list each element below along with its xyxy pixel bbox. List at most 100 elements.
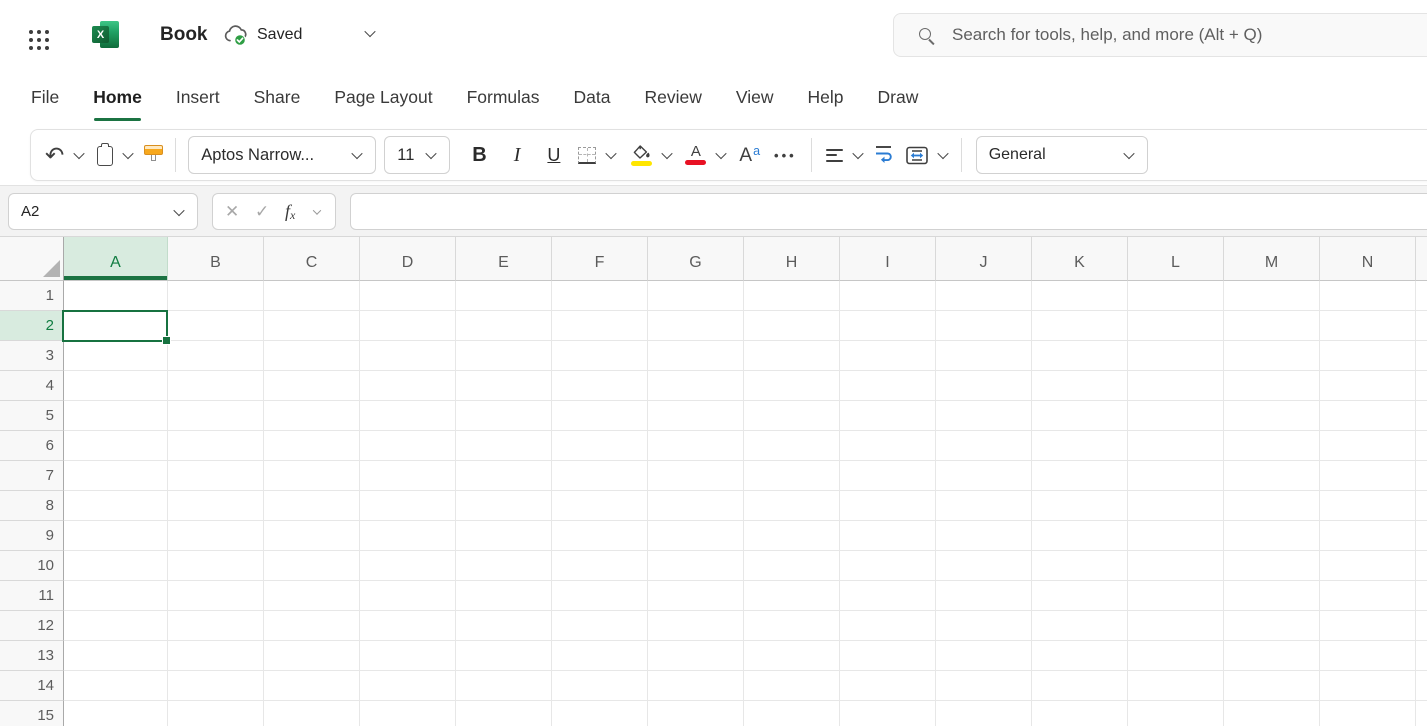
- row-header-9[interactable]: 9: [0, 521, 64, 551]
- merge-center-button[interactable]: [906, 146, 949, 165]
- workbook-title[interactable]: Book: [160, 0, 208, 70]
- grow-font-button[interactable]: A a: [739, 146, 760, 165]
- tab-draw[interactable]: Draw: [878, 82, 919, 113]
- cell-A4[interactable]: [64, 371, 168, 401]
- cell-K9[interactable]: [1032, 521, 1128, 551]
- column-header-G[interactable]: G: [648, 237, 744, 281]
- cell-D12[interactable]: [360, 611, 456, 641]
- cell-D7[interactable]: [360, 461, 456, 491]
- row-header-5[interactable]: 5: [0, 401, 64, 431]
- cell-N8[interactable]: [1320, 491, 1416, 521]
- cell-I14[interactable]: [840, 671, 936, 701]
- column-header-D[interactable]: D: [360, 237, 456, 281]
- align-button[interactable]: [826, 149, 864, 162]
- cell-G9[interactable]: [648, 521, 744, 551]
- cell-H13[interactable]: [744, 641, 840, 671]
- column-header-H[interactable]: H: [744, 237, 840, 281]
- cell-M14[interactable]: [1224, 671, 1320, 701]
- row-header-13[interactable]: 13: [0, 641, 64, 671]
- chevron-down-icon[interactable]: [605, 150, 617, 160]
- row-header-14[interactable]: 14: [0, 671, 64, 701]
- cell-D13[interactable]: [360, 641, 456, 671]
- cell-A13[interactable]: [64, 641, 168, 671]
- chevron-down-icon[interactable]: [364, 28, 376, 38]
- row-header-12[interactable]: 12: [0, 611, 64, 641]
- cell-D14[interactable]: [360, 671, 456, 701]
- cell-D15[interactable]: [360, 701, 456, 726]
- column-header-M[interactable]: M: [1224, 237, 1320, 281]
- cell-H1[interactable]: [744, 281, 840, 311]
- row-header-7[interactable]: 7: [0, 461, 64, 491]
- cell-E2[interactable]: [456, 311, 552, 341]
- cell-C10[interactable]: [264, 551, 360, 581]
- cell-L10[interactable]: [1128, 551, 1224, 581]
- cell-L9[interactable]: [1128, 521, 1224, 551]
- row-header-1[interactable]: 1: [0, 281, 64, 311]
- cell-H4[interactable]: [744, 371, 840, 401]
- cell-A8[interactable]: [64, 491, 168, 521]
- cell-I3[interactable]: [840, 341, 936, 371]
- cell-H2[interactable]: [744, 311, 840, 341]
- cell-J8[interactable]: [936, 491, 1032, 521]
- cell-L4[interactable]: [1128, 371, 1224, 401]
- cell-L14[interactable]: [1128, 671, 1224, 701]
- cell-D1[interactable]: [360, 281, 456, 311]
- cell-J11[interactable]: [936, 581, 1032, 611]
- cell-D2[interactable]: [360, 311, 456, 341]
- cell-N11[interactable]: [1320, 581, 1416, 611]
- cell-F7[interactable]: [552, 461, 648, 491]
- cell-D6[interactable]: [360, 431, 456, 461]
- cell-F2[interactable]: [552, 311, 648, 341]
- cell-G6[interactable]: [648, 431, 744, 461]
- cell-F8[interactable]: [552, 491, 648, 521]
- cell-E12[interactable]: [456, 611, 552, 641]
- column-header-I[interactable]: I: [840, 237, 936, 281]
- cell-F11[interactable]: [552, 581, 648, 611]
- cell-I12[interactable]: [840, 611, 936, 641]
- cell-J15[interactable]: [936, 701, 1032, 726]
- row-header-2[interactable]: 2: [0, 311, 64, 341]
- cell-A15[interactable]: [64, 701, 168, 726]
- cell-D8[interactable]: [360, 491, 456, 521]
- chevron-down-icon[interactable]: [852, 150, 864, 160]
- cell-L1[interactable]: [1128, 281, 1224, 311]
- cell-J3[interactable]: [936, 341, 1032, 371]
- column-header-N[interactable]: N: [1320, 237, 1416, 281]
- cell-D3[interactable]: [360, 341, 456, 371]
- cell-N12[interactable]: [1320, 611, 1416, 641]
- tab-view[interactable]: View: [736, 82, 774, 113]
- tab-insert[interactable]: Insert: [176, 82, 220, 113]
- cell-N4[interactable]: [1320, 371, 1416, 401]
- column-header-L[interactable]: L: [1128, 237, 1224, 281]
- cell-M11[interactable]: [1224, 581, 1320, 611]
- cell-I8[interactable]: [840, 491, 936, 521]
- undo-button[interactable]: ↶: [45, 145, 85, 165]
- cell-F4[interactable]: [552, 371, 648, 401]
- fill-color-button[interactable]: [631, 145, 673, 166]
- cell-D4[interactable]: [360, 371, 456, 401]
- cell-F5[interactable]: [552, 401, 648, 431]
- cell-D5[interactable]: [360, 401, 456, 431]
- chevron-down-icon[interactable]: [73, 150, 85, 160]
- font-name-select[interactable]: Aptos Narrow...: [188, 136, 376, 174]
- cell-A6[interactable]: [64, 431, 168, 461]
- cell-B14[interactable]: [168, 671, 264, 701]
- cell-J12[interactable]: [936, 611, 1032, 641]
- cell-N1[interactable]: [1320, 281, 1416, 311]
- cell-A10[interactable]: [64, 551, 168, 581]
- cell-C3[interactable]: [264, 341, 360, 371]
- cell-F1[interactable]: [552, 281, 648, 311]
- tab-file[interactable]: File: [31, 82, 59, 113]
- cell-G14[interactable]: [648, 671, 744, 701]
- cell-J7[interactable]: [936, 461, 1032, 491]
- cell-A1[interactable]: [64, 281, 168, 311]
- cell-B7[interactable]: [168, 461, 264, 491]
- cell-G5[interactable]: [648, 401, 744, 431]
- cell-F14[interactable]: [552, 671, 648, 701]
- cell-G3[interactable]: [648, 341, 744, 371]
- cell-K1[interactable]: [1032, 281, 1128, 311]
- cell-C6[interactable]: [264, 431, 360, 461]
- row-header-11[interactable]: 11: [0, 581, 64, 611]
- cell-B10[interactable]: [168, 551, 264, 581]
- cell-B15[interactable]: [168, 701, 264, 726]
